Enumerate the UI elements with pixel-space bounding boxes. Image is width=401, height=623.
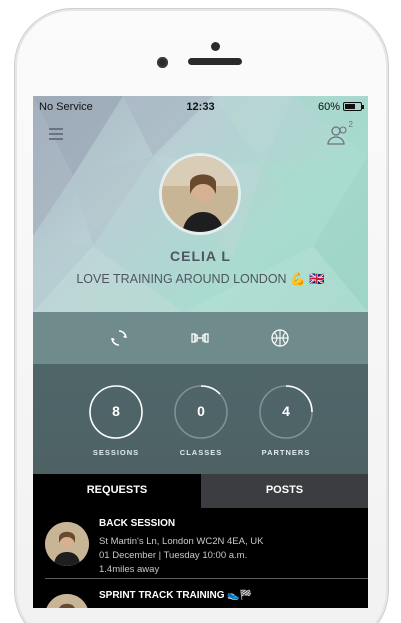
- partners-icon[interactable]: [326, 123, 350, 147]
- stat-label: PARTNERS: [261, 448, 311, 457]
- battery-percent: 60%: [317, 101, 340, 113]
- profile-tagline: LOVE TRAINING AROUND LONDON 💪 🇬🇧: [76, 272, 325, 286]
- app-screen: No Service 12:33 60% 2 CELIA L LOVE TRAI…: [33, 96, 368, 608]
- request-address: St Martin's Ln, London WC2N 4EA, UK: [99, 536, 264, 547]
- stat-sessions[interactable]: 8 SESSIONS: [88, 384, 144, 457]
- stat-partners[interactable]: 4 PARTNERS: [258, 384, 314, 457]
- status-bar: No Service 12:33 60%: [33, 96, 368, 116]
- camera-dot: [211, 42, 220, 51]
- battery-icon: [343, 102, 364, 111]
- profile-avatar[interactable]: [159, 153, 241, 235]
- stats-section: 8 SESSIONS 0 CLASSES 4 PARTNERS: [33, 364, 368, 474]
- hamburger-menu-icon[interactable]: [49, 128, 63, 140]
- front-camera: [157, 57, 168, 68]
- earpiece-speaker: [188, 58, 242, 65]
- stat-value: 0: [197, 403, 205, 419]
- requests-list: BACK SESSION St Martin's Ln, London WC2N…: [33, 508, 368, 608]
- request-distance: 1.4miles away: [99, 564, 160, 575]
- tab-bar: REQUESTS POSTS: [33, 474, 368, 508]
- tab-requests[interactable]: REQUESTS: [33, 474, 201, 508]
- profile-header: No Service 12:33 60% 2 CELIA L LOVE TRAI…: [33, 96, 368, 312]
- stat-value: 8: [112, 403, 120, 419]
- sync-icon[interactable]: [109, 328, 129, 348]
- partners-badge: 2: [348, 120, 353, 129]
- profile-name: CELIA L: [170, 248, 231, 264]
- list-divider: [45, 578, 368, 579]
- request-avatar: [45, 594, 89, 608]
- stat-label: SESSIONS: [92, 448, 140, 457]
- request-date: 01 December | Tuesday 10:00 a.m.: [99, 550, 248, 561]
- request-title: SPRINT TRACK TRAINING 👟🏁: [99, 590, 253, 601]
- stat-classes[interactable]: 0 CLASSES: [173, 384, 229, 457]
- stat-label: CLASSES: [179, 448, 223, 457]
- dumbbell-icon[interactable]: [190, 328, 210, 348]
- tab-posts[interactable]: POSTS: [201, 474, 368, 508]
- basketball-icon[interactable]: [270, 328, 290, 348]
- request-title: BACK SESSION: [99, 518, 176, 529]
- stat-value: 4: [282, 403, 290, 419]
- request-avatar: [45, 522, 89, 566]
- activity-icon-bar: [33, 312, 368, 364]
